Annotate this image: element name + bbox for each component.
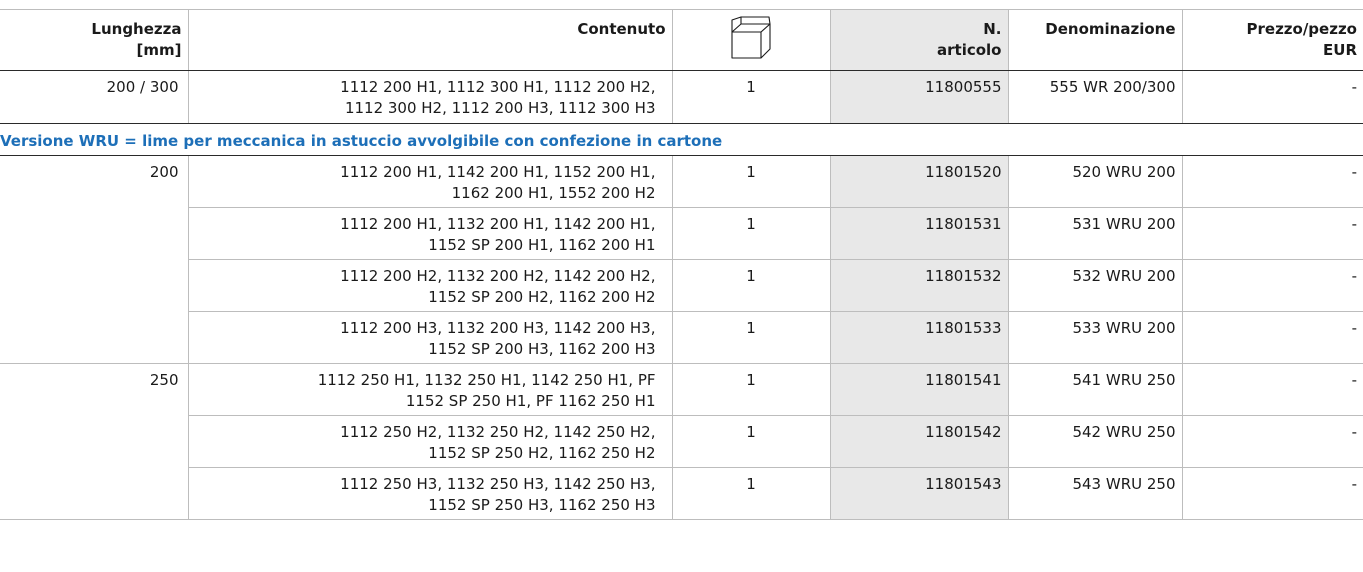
content-line: 1112 200 H1, 1112 300 H1, 1112 200 H2, <box>340 78 656 96</box>
content-line: 1162 200 H1, 1552 200 H2 <box>451 184 656 202</box>
article-cell: 11801533 <box>830 311 1009 364</box>
name-cell: 532 WRU 200 <box>1008 259 1183 312</box>
header-row: Lunghezza [mm] Contenuto N. articolo Den… <box>0 10 1363 71</box>
qty-cell: 1 <box>672 70 831 124</box>
price-cell: - <box>1182 311 1363 364</box>
table-row: 200 1112 200 H1, 1142 200 H1, 1152 200 H1… <box>0 155 1363 364</box>
name-cell: 531 WRU 200 <box>1008 207 1183 260</box>
qty-cell: 1 <box>672 259 831 312</box>
content-line: 1152 SP 200 H1, 1162 200 H1 <box>428 236 656 254</box>
table-row: 1112 200 H1, 1132 200 H1, 1142 200 H1, 11… <box>0 207 1363 260</box>
content-cell: 1112 250 H1, 1132 250 H1, 1142 250 H1, P… <box>188 363 673 416</box>
article-cell: 11801542 <box>830 415 1009 468</box>
section-title: Versione WRU = lime per meccanica in ast… <box>0 123 1363 156</box>
product-table: Lunghezza [mm] Contenuto N. articolo Den… <box>0 10 1363 520</box>
price-cell: - <box>1182 363 1363 416</box>
box-icon <box>731 16 771 59</box>
content-line: 1112 250 H2, 1132 250 H2, 1142 250 H2, <box>340 423 656 441</box>
content-line: 1112 200 H2, 1132 200 H2, 1142 200 H2, <box>340 267 656 285</box>
qty-cell: 1 <box>672 207 831 260</box>
header-length-label: Lunghezza <box>91 20 182 38</box>
section-row: Versione WRU = lime per meccanica in ast… <box>0 123 1363 156</box>
qty-cell: 1 <box>672 155 831 208</box>
header-article: N. articolo <box>830 10 1009 71</box>
length-cell: 200 / 300 <box>0 70 189 124</box>
table-row: 1112 200 H2, 1132 200 H2, 1142 200 H2, 11… <box>0 259 1363 312</box>
header-name: Denominazione <box>1008 10 1183 71</box>
article-cell: 11800555 <box>830 70 1009 124</box>
table-row: 1112 200 H3, 1132 200 H3, 1142 200 H3, 11… <box>0 311 1363 364</box>
header-length-unit: [mm] <box>136 41 182 59</box>
header-content-label: Contenuto <box>577 20 666 38</box>
article-cell: 11801520 <box>830 155 1009 208</box>
header-package <box>672 10 831 71</box>
header-article-label-2: articolo <box>937 41 1002 59</box>
header-name-label: Denominazione <box>1045 20 1176 38</box>
price-cell: - <box>1182 467 1363 520</box>
price-cell: - <box>1182 70 1363 124</box>
table-row: 1112 250 H3, 1132 250 H3, 1142 250 H3, 11… <box>0 467 1363 520</box>
content-cell: 1112 250 H2, 1132 250 H2, 1142 250 H2, 11… <box>188 415 673 468</box>
header-price-label: Prezzo/pezzo <box>1246 20 1358 38</box>
qty-cell: 1 <box>672 415 831 468</box>
table-row: 1112 250 H2, 1132 250 H2, 1142 250 H2, 11… <box>0 415 1363 468</box>
content-line: 1112 200 H1, 1142 200 H1, 1152 200 H1, <box>340 163 656 181</box>
qty-cell: 1 <box>672 467 831 520</box>
content-line: 1112 200 H1, 1132 200 H1, 1142 200 H1, <box>340 215 656 233</box>
article-cell: 11801531 <box>830 207 1009 260</box>
header-article-label-1: N. <box>983 20 1002 38</box>
qty-cell: 1 <box>672 311 831 364</box>
name-cell: 542 WRU 250 <box>1008 415 1183 468</box>
content-line: 1112 200 H3, 1132 200 H3, 1142 200 H3, <box>340 319 656 337</box>
content-line: 1152 SP 200 H3, 1162 200 H3 <box>428 340 656 358</box>
content-line: 1112 250 H3, 1132 250 H3, 1142 250 H3, <box>340 475 656 493</box>
table-row: 200 / 300 1112 200 H1, 1112 300 H1, 1112… <box>0 70 1363 124</box>
content-line: 1112 300 H2, 1112 200 H3, 1112 300 H3 <box>344 99 656 117</box>
qty-cell: 1 <box>672 363 831 416</box>
content-cell: 1112 200 H1, 1112 300 H1, 1112 200 H2, 1… <box>188 70 673 124</box>
name-cell: 555 WR 200/300 <box>1008 70 1183 124</box>
header-price-currency: EUR <box>1323 41 1357 59</box>
content-cell: 1112 250 H3, 1132 250 H3, 1142 250 H3, 11… <box>188 467 673 520</box>
article-cell: 11801543 <box>830 467 1009 520</box>
header-content: Contenuto <box>188 10 673 71</box>
header-price: Prezzo/pezzo EUR <box>1182 10 1363 71</box>
price-cell: - <box>1182 207 1363 260</box>
table-row: 250 1112 250 H1, 1132 250 H1, 1142 250 H1… <box>0 363 1363 520</box>
content-cell: 1112 200 H2, 1132 200 H2, 1142 200 H2, 11… <box>188 259 673 312</box>
length-cell: 200 <box>0 155 189 364</box>
name-cell: 520 WRU 200 <box>1008 155 1183 208</box>
content-line: 1152 SP 250 H2, 1162 250 H2 <box>428 444 656 462</box>
name-cell: 541 WRU 250 <box>1008 363 1183 416</box>
name-cell: 543 WRU 250 <box>1008 467 1183 520</box>
content-line: 1152 SP 250 H1, PF 1162 250 H1 <box>405 392 656 410</box>
header-length: Lunghezza [mm] <box>0 10 189 71</box>
content-line: 1152 SP 200 H2, 1162 200 H2 <box>428 288 656 306</box>
price-cell: - <box>1182 155 1363 208</box>
content-cell: 1112 200 H1, 1132 200 H1, 1142 200 H1, 11… <box>188 207 673 260</box>
content-line: 1152 SP 250 H3, 1162 250 H3 <box>428 496 656 514</box>
article-cell: 11801532 <box>830 259 1009 312</box>
content-cell: 1112 200 H3, 1132 200 H3, 1142 200 H3, 11… <box>188 311 673 364</box>
price-cell: - <box>1182 415 1363 468</box>
content-line: 1112 250 H1, 1132 250 H1, 1142 250 H1, P… <box>317 371 656 389</box>
length-cell: 250 <box>0 363 189 520</box>
name-cell: 533 WRU 200 <box>1008 311 1183 364</box>
article-cell: 11801541 <box>830 363 1009 416</box>
content-cell: 1112 200 H1, 1142 200 H1, 1152 200 H1, 11… <box>188 155 673 208</box>
price-cell: - <box>1182 259 1363 312</box>
